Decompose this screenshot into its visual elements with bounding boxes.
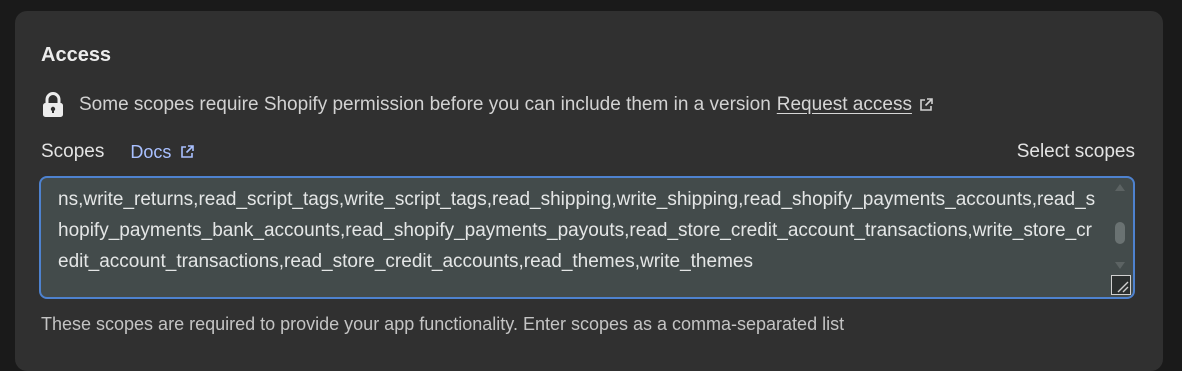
resize-handle-icon[interactable] [1111,275,1131,295]
scopes-helper-text: These scopes are required to provide you… [41,314,845,334]
scopes-textarea[interactable]: ns,write_returns,read_script_tags,write_… [39,176,1135,299]
permission-notice: Some scopes require Shopify permission b… [41,92,934,118]
scopes-textarea-value[interactable]: ns,write_returns,read_script_tags,write_… [58,184,1098,277]
notice-text: Some scopes require Shopify permission b… [79,94,771,115]
scopes-header: Scopes Docs Select scopes [41,139,1135,165]
external-link-icon[interactable] [179,144,195,160]
section-title: Access [41,44,112,66]
access-card: Access Some scopes require Shopify permi… [15,11,1163,371]
scroll-down-arrow-icon[interactable] [1115,262,1125,269]
scopes-label: Scopes [41,141,105,162]
select-scopes-button[interactable]: Select scopes [1017,141,1135,163]
docs-link-label[interactable]: Docs [130,142,171,163]
external-link-icon[interactable] [918,97,934,113]
docs-link[interactable]: Docs [130,142,195,163]
request-access-link[interactable]: Request access [777,94,912,116]
scroll-up-arrow-icon[interactable] [1115,184,1125,191]
lock-icon [41,92,65,118]
scrollbar-thumb[interactable] [1115,222,1125,244]
